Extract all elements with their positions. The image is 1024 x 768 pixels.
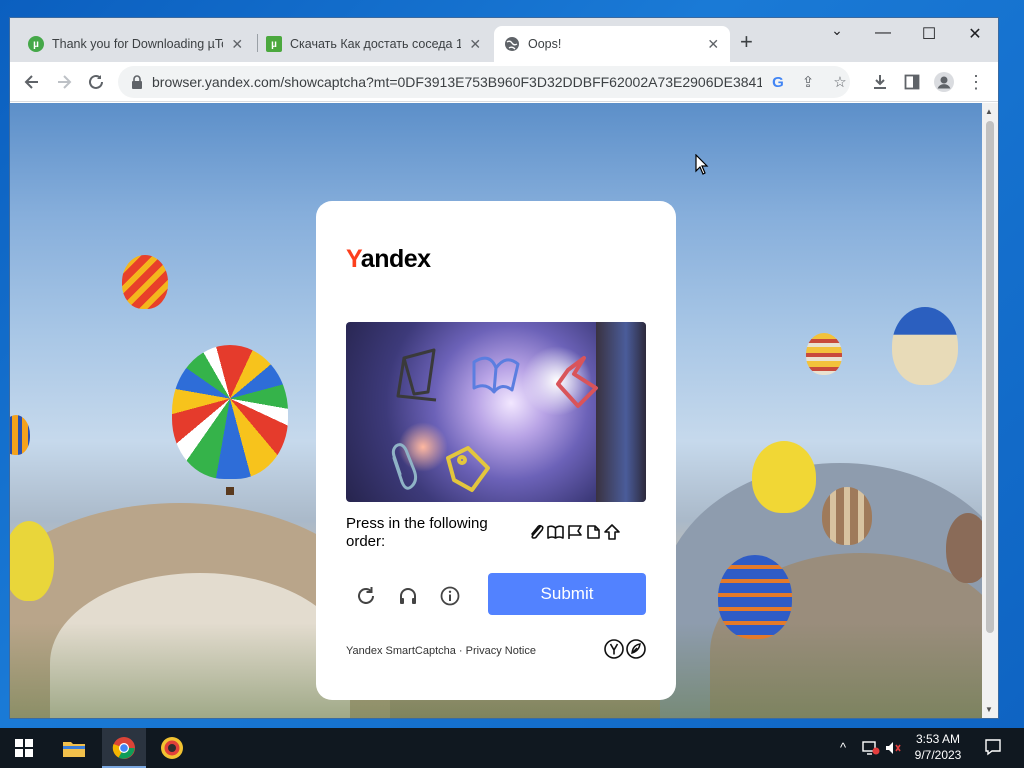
logo-letter-y: Y xyxy=(346,245,361,273)
arrow-icon xyxy=(556,356,598,408)
hot-air-balloon xyxy=(892,307,958,385)
captcha-instruction: Press in the following order: xyxy=(346,515,488,550)
lock-icon xyxy=(130,74,144,90)
captcha-footer: Yandex SmartCaptcha · Privacy Notice xyxy=(346,645,536,657)
mouse-cursor xyxy=(695,153,709,181)
paperclip-icon xyxy=(391,443,418,490)
hot-air-balloon xyxy=(172,345,288,479)
hot-air-balloon xyxy=(10,521,54,601)
tab-oops[interactable]: Oops! ✕ xyxy=(494,26,730,62)
document-icon xyxy=(585,523,602,546)
network-icon[interactable] xyxy=(862,740,880,759)
privacy-notice-link[interactable]: Privacy Notice xyxy=(466,645,536,657)
tab-title: Oops! xyxy=(528,37,562,51)
close-window-button[interactable]: ✕ xyxy=(952,24,998,44)
windows-taskbar: ^ 3:53 AM 9/7/2023 xyxy=(0,728,1024,768)
google-lens-icon[interactable]: G xyxy=(768,72,788,92)
close-tab-icon[interactable]: ✕ xyxy=(707,36,720,53)
minimize-button[interactable]: — xyxy=(860,24,906,42)
hot-air-balloon xyxy=(806,333,842,375)
book-icon xyxy=(546,523,565,546)
captcha-page: Yandex Press in the following order: Sub… xyxy=(10,103,982,718)
bookmark-star-icon[interactable]: ☆ xyxy=(830,72,850,92)
browser-window: µ Thank you for Downloading µTorrent ✕ µ… xyxy=(10,18,998,718)
utorrent-icon: µ xyxy=(28,36,44,52)
profile-avatar-icon[interactable] xyxy=(932,70,956,94)
browser-toolbar: browser.yandex.com/showcaptcha?mt=0DF391… xyxy=(10,62,998,102)
tab-download-neighbor[interactable]: µ Скачать Как достать соседа 1 С ✕ xyxy=(256,26,492,62)
share-icon[interactable]: ⇪ xyxy=(798,72,818,92)
side-panel-icon[interactable] xyxy=(900,70,924,94)
submit-button[interactable]: Submit xyxy=(488,573,646,615)
close-tab-icon[interactable]: ✕ xyxy=(231,36,244,53)
url-text: browser.yandex.com/showcaptcha?mt=0DF391… xyxy=(152,74,762,90)
hot-air-balloon xyxy=(822,487,872,545)
system-clock[interactable]: 3:53 AM 9/7/2023 xyxy=(906,731,970,763)
maximize-button[interactable]: ☐ xyxy=(906,24,952,44)
close-tab-icon[interactable]: ✕ xyxy=(469,36,482,53)
clock-time: 3:53 AM xyxy=(915,732,961,746)
tab-search-icon[interactable]: ⌄ xyxy=(814,22,860,39)
flag-icon xyxy=(566,523,584,546)
menu-kebab-icon[interactable]: ⋮ xyxy=(964,70,988,94)
flag-icon xyxy=(396,348,437,402)
download-icon[interactable] xyxy=(868,70,892,94)
address-bar[interactable]: browser.yandex.com/showcaptcha?mt=0DF391… xyxy=(118,66,850,98)
tag-icon xyxy=(446,446,490,492)
volume-muted-icon[interactable] xyxy=(884,740,902,759)
page-scrollbar[interactable]: ▲ ▼ xyxy=(982,103,998,718)
windows-start-icon[interactable] xyxy=(10,734,38,762)
yandex-circle-logo-icon xyxy=(604,639,624,664)
captcha-image[interactable] xyxy=(346,322,646,502)
tab-title: Скачать Как достать соседа 1 С xyxy=(290,37,461,51)
logo-text: andex xyxy=(360,245,431,273)
scroll-up-arrow-icon[interactable]: ▲ xyxy=(985,107,993,116)
arrow-up-icon xyxy=(603,523,621,546)
scroll-down-arrow-icon[interactable]: ▼ xyxy=(985,705,993,714)
leaf-circle-logo-icon xyxy=(626,639,646,664)
reload-button[interactable] xyxy=(84,70,108,94)
chrome-icon[interactable] xyxy=(110,734,138,762)
new-tab-button[interactable]: + xyxy=(740,31,753,53)
file-explorer-icon[interactable] xyxy=(60,734,88,762)
utorrent-green-icon: µ xyxy=(266,36,282,52)
hot-air-balloon xyxy=(718,555,792,639)
forward-button[interactable] xyxy=(52,70,76,94)
hot-air-balloon xyxy=(122,255,168,309)
globe-icon xyxy=(504,36,520,52)
yandex-logo: Yandex xyxy=(346,245,431,274)
tab-utorrent[interactable]: µ Thank you for Downloading µTorrent ✕ xyxy=(18,26,254,62)
clock-date: 9/7/2023 xyxy=(914,748,962,762)
notification-center-icon[interactable] xyxy=(984,738,1002,759)
refresh-captcha-button[interactable] xyxy=(352,582,380,610)
tab-title: Thank you for Downloading µTorrent xyxy=(52,37,223,51)
yandex-browser-icon[interactable] xyxy=(158,734,186,762)
hot-air-balloon xyxy=(10,415,30,455)
smartcaptcha-link[interactable]: Yandex SmartCaptcha xyxy=(346,645,456,657)
info-button[interactable] xyxy=(436,582,464,610)
hot-air-balloon xyxy=(752,441,816,513)
balloon-basket xyxy=(226,487,234,495)
back-button[interactable] xyxy=(20,70,44,94)
book-icon xyxy=(472,356,520,394)
captcha-card: Yandex Press in the following order: Sub… xyxy=(316,201,676,700)
footer-separator: · xyxy=(458,645,463,657)
hot-air-balloon xyxy=(946,513,982,583)
captcha-sequence xyxy=(528,523,621,546)
audio-captcha-button[interactable] xyxy=(394,582,422,610)
scrollbar-thumb[interactable] xyxy=(986,121,994,633)
tab-strip: µ Thank you for Downloading µTorrent ✕ µ… xyxy=(10,18,998,62)
tray-chevron-up-icon[interactable]: ^ xyxy=(840,740,846,755)
footer-logos xyxy=(604,639,646,664)
paperclip-icon xyxy=(528,523,545,546)
